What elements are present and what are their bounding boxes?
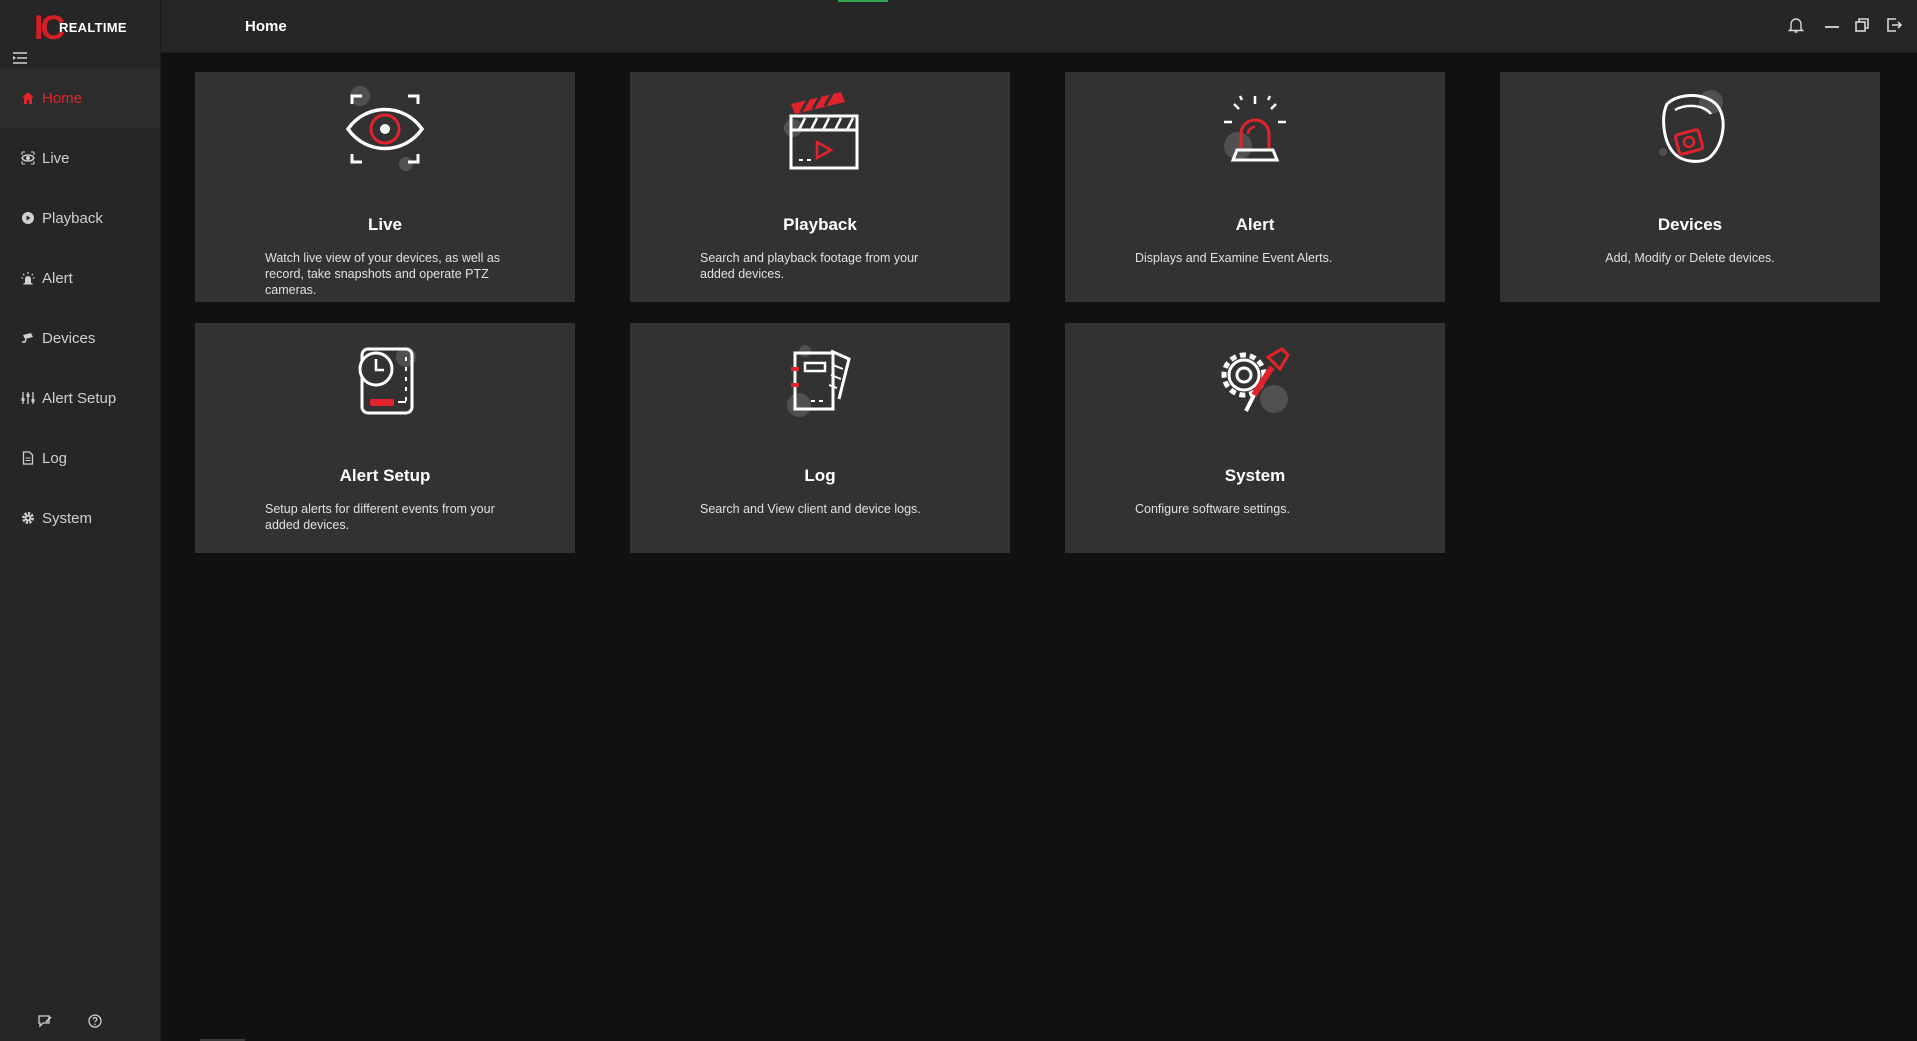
clapperboard-icon (784, 91, 859, 170)
card-title: Log (804, 466, 836, 485)
card-title: Devices (1657, 215, 1723, 234)
playback-card[interactable]: Playback Search and playback footage fro… (630, 72, 1010, 302)
card-title: Alert Setup (339, 466, 431, 485)
live-eye-icon (345, 86, 425, 171)
card-description: Configure software settings. (1135, 502, 1290, 516)
sidebar-item-label: Playback (42, 209, 103, 227)
sidebar-item-home[interactable]: Home (0, 68, 160, 128)
gear-icon (20, 510, 36, 526)
sidebar-item-label: Home (42, 89, 83, 107)
card-description: Add, Modify or Delete devices. (1605, 251, 1775, 265)
card-title: Live (367, 215, 403, 234)
sidebar-item-label: Alert (42, 269, 73, 287)
card-description: Search and playback footage from your ad… (700, 251, 919, 281)
alert-setup-clock-icon (358, 347, 416, 415)
sidebar: IC REALTIME Home Live Playback Alert Dev… (0, 0, 161, 1041)
card-title: System (1224, 466, 1286, 485)
sidebar-item-live[interactable]: Live (0, 128, 160, 188)
eye-icon (20, 150, 36, 166)
card-description: Setup alerts for different events from y… (265, 502, 495, 532)
live-card[interactable]: Live Watch live view of your devices, as… (195, 72, 575, 302)
document-icon (20, 450, 36, 466)
sidebar-item-label: Alert Setup (42, 389, 117, 407)
sidebar-nav: Home Live Playback Alert Devices Alert S… (0, 68, 160, 548)
system-card[interactable]: System Configure software settings. (1065, 323, 1445, 553)
help-icon[interactable] (87, 1013, 103, 1029)
card-description: Displays and Examine Event Alerts. (1135, 251, 1333, 265)
home-icon (20, 90, 36, 106)
menu-toggle-icon[interactable] (12, 50, 30, 68)
restore-icon[interactable] (1851, 14, 1873, 36)
play-icon (20, 210, 36, 226)
page-title: Home (245, 18, 287, 35)
camera-icon (20, 330, 36, 346)
sidebar-item-devices[interactable]: Devices (0, 308, 160, 368)
sidebar-item-log[interactable]: Log (0, 428, 160, 488)
sidebar-item-system[interactable]: System (0, 488, 160, 548)
feedback-icon[interactable] (37, 1013, 53, 1029)
bell-icon[interactable] (1785, 14, 1807, 36)
siren-icon (20, 270, 36, 286)
title-indicator (838, 0, 888, 2)
sidebar-item-playback[interactable]: Playback (0, 188, 160, 248)
sidebar-item-label: Devices (42, 329, 96, 347)
dome-camera-icon (1659, 90, 1725, 163)
sidebar-item-label: Log (42, 449, 68, 467)
app-logo: IC REALTIME (34, 10, 134, 46)
card-title: Playback (783, 215, 857, 234)
sidebar-item-alert[interactable]: Alert (0, 248, 160, 308)
card-title: Alert (1235, 215, 1275, 234)
logo-text: REALTIME (59, 20, 127, 35)
alert-setup-card[interactable]: Alert Setup Setup alerts for different e… (195, 323, 575, 553)
devices-card[interactable]: Devices Add, Modify or Delete devices. (1500, 72, 1880, 302)
minimize-icon[interactable] (1821, 14, 1843, 36)
log-document-icon (787, 345, 851, 417)
sliders-icon (20, 390, 36, 406)
log-card[interactable]: Log Search and View client and device lo… (630, 323, 1010, 553)
sidebar-item-label: System (42, 509, 93, 527)
card-description: Search and View client and device logs. (700, 502, 921, 516)
sidebar-footer (0, 1001, 160, 1041)
card-description: Watch live view of your devices, as well… (265, 251, 501, 297)
sidebar-item-alert-setup[interactable]: Alert Setup (0, 368, 160, 428)
top-bar: Home (161, 0, 1917, 53)
exit-icon[interactable] (1883, 14, 1905, 36)
gear-wrench-icon (1221, 347, 1290, 413)
sidebar-item-label: Live (42, 149, 70, 167)
logo-mark: IC (34, 9, 65, 47)
home-dashboard: Live Watch live view of your devices, as… (161, 53, 1917, 1041)
alert-card[interactable]: Alert Displays and Examine Event Alerts. (1065, 72, 1445, 302)
siren-icon (1224, 95, 1286, 162)
